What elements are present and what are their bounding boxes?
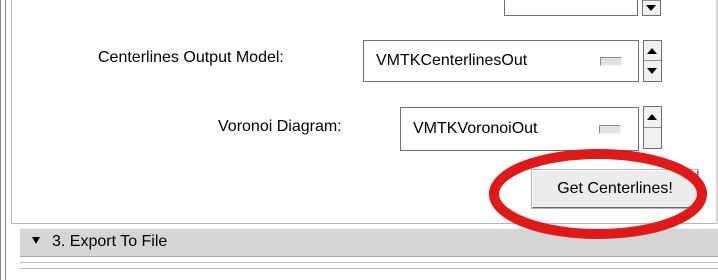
voronoi-diagram-stepper-up[interactable]	[644, 107, 661, 128]
left-inner-border	[5, 0, 6, 280]
arrow-up-icon	[647, 114, 657, 120]
top-combo-box[interactable]	[504, 0, 638, 16]
arrow-down-icon	[646, 5, 656, 11]
top-stepper[interactable]	[642, 0, 661, 16]
bottom-divider	[20, 262, 718, 263]
panel-left-edge	[11, 0, 12, 224]
centerlines-output-model-combo[interactable]: VMTKCenterlinesOut	[363, 40, 639, 82]
collapse-triangle-icon	[32, 237, 40, 244]
combo-handle-icon	[599, 125, 621, 134]
voronoi-diagram-label: Voronoi Diagram:	[218, 118, 342, 135]
get-centerlines-button[interactable]: Get Centerlines!	[532, 170, 698, 208]
centerlines-output-model-value: VMTKCenterlinesOut	[376, 52, 528, 69]
panel-bottom-edge	[11, 223, 718, 224]
arrow-down-icon	[647, 68, 657, 74]
voronoi-diagram-stepper[interactable]	[643, 106, 662, 149]
top-stepper-down[interactable]	[643, 1, 660, 15]
centerlines-output-model-stepper[interactable]	[643, 40, 662, 82]
section-export-to-file-label: 3. Export To File	[52, 233, 168, 250]
bottom-divider	[20, 268, 718, 269]
centerlines-output-model-label: Centerlines Output Model:	[98, 49, 284, 66]
combo-handle-icon	[600, 57, 622, 66]
section-export-to-file[interactable]: 3. Export To File	[20, 228, 718, 257]
centerlines-output-model-stepper-down[interactable]	[644, 61, 661, 81]
arrow-up-icon	[647, 48, 657, 54]
voronoi-diagram-combo[interactable]: VMTKVoronoiOut	[400, 107, 639, 151]
application-panel: Centerlines Output Model: VMTKCenterline…	[0, 0, 718, 280]
voronoi-diagram-stepper-down[interactable]	[644, 128, 661, 149]
left-border	[0, 0, 1, 280]
centerlines-output-model-stepper-up[interactable]	[644, 41, 661, 61]
voronoi-diagram-value: VMTKVoronoiOut	[413, 120, 538, 137]
